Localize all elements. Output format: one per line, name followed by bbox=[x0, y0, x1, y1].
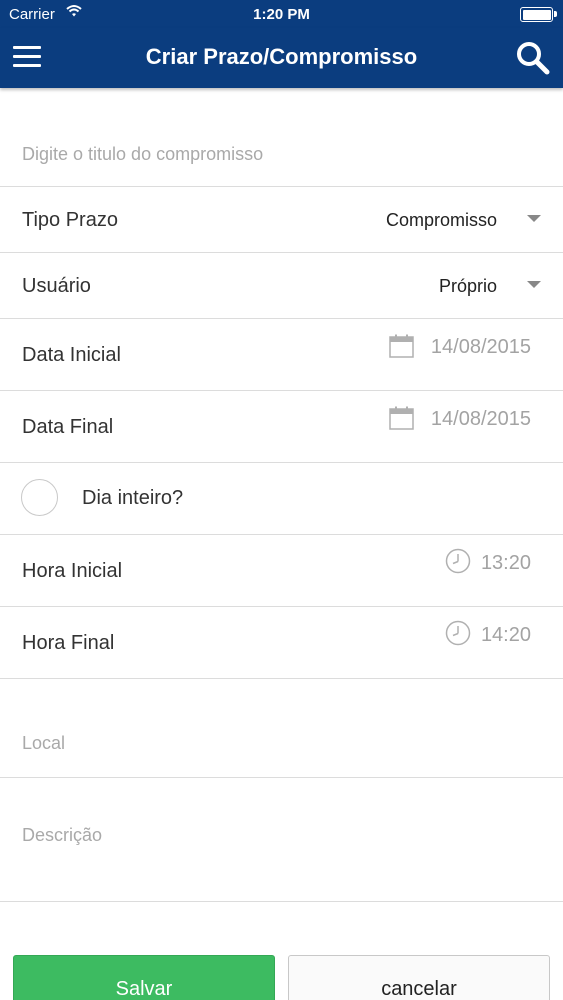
chevron-down-icon bbox=[527, 215, 541, 222]
page-title: Criar Prazo/Compromisso bbox=[145, 44, 418, 69]
calendar-icon bbox=[389, 406, 414, 435]
dia-inteiro-row: Dia inteiro? bbox=[0, 463, 563, 535]
local-input[interactable] bbox=[22, 731, 542, 755]
hora-final-value: 14:20 bbox=[480, 624, 531, 646]
dia-inteiro-label: Dia inteiro? bbox=[82, 487, 184, 509]
data-inicial-field[interactable]: Data Inicial 14/08/2015 bbox=[0, 319, 563, 391]
chevron-down-icon bbox=[527, 281, 541, 288]
data-final-label: Data Final bbox=[22, 416, 114, 438]
tipo-prazo-label: Tipo Prazo bbox=[22, 209, 118, 231]
data-final-field[interactable]: Data Final 14/08/2015 bbox=[0, 391, 563, 463]
title-field-row bbox=[0, 88, 563, 187]
data-inicial-value: 14/08/2015 bbox=[430, 336, 531, 358]
descricao-input[interactable] bbox=[22, 825, 542, 865]
clock-icon bbox=[445, 620, 471, 651]
hora-inicial-label: Hora Inicial bbox=[22, 560, 123, 582]
navigation-bar: Criar Prazo/Compromisso bbox=[0, 28, 563, 88]
hora-final-label: Hora Final bbox=[22, 632, 115, 654]
hora-final-field[interactable]: Hora Final 14:20 bbox=[0, 607, 563, 679]
search-icon[interactable] bbox=[515, 40, 551, 76]
usuario-label: Usuário bbox=[22, 275, 91, 297]
dia-inteiro-checkbox[interactable] bbox=[21, 479, 58, 516]
local-field-row bbox=[0, 679, 563, 778]
data-final-value: 14/08/2015 bbox=[430, 408, 531, 430]
tipo-prazo-select[interactable]: Tipo Prazo Compromisso bbox=[0, 187, 563, 253]
save-button[interactable]: Salvar bbox=[13, 955, 275, 1000]
battery-icon bbox=[520, 7, 557, 22]
usuario-select[interactable]: Usuário Próprio bbox=[0, 253, 563, 319]
calendar-icon bbox=[389, 334, 414, 363]
cancel-button[interactable]: cancelar bbox=[288, 955, 550, 1000]
hora-inicial-field[interactable]: Hora Inicial 13:20 bbox=[0, 535, 563, 607]
tipo-prazo-value: Compromisso bbox=[385, 210, 497, 230]
usuario-value: Próprio bbox=[438, 276, 497, 296]
status-time: 1:20 PM bbox=[253, 6, 310, 23]
data-inicial-label: Data Inicial bbox=[22, 344, 121, 366]
title-input[interactable] bbox=[22, 142, 542, 166]
clock-icon bbox=[445, 548, 471, 579]
status-bar: Carrier 1:20 PM bbox=[0, 0, 563, 28]
descricao-field-row bbox=[0, 778, 563, 902]
hora-inicial-value: 13:20 bbox=[480, 552, 531, 574]
